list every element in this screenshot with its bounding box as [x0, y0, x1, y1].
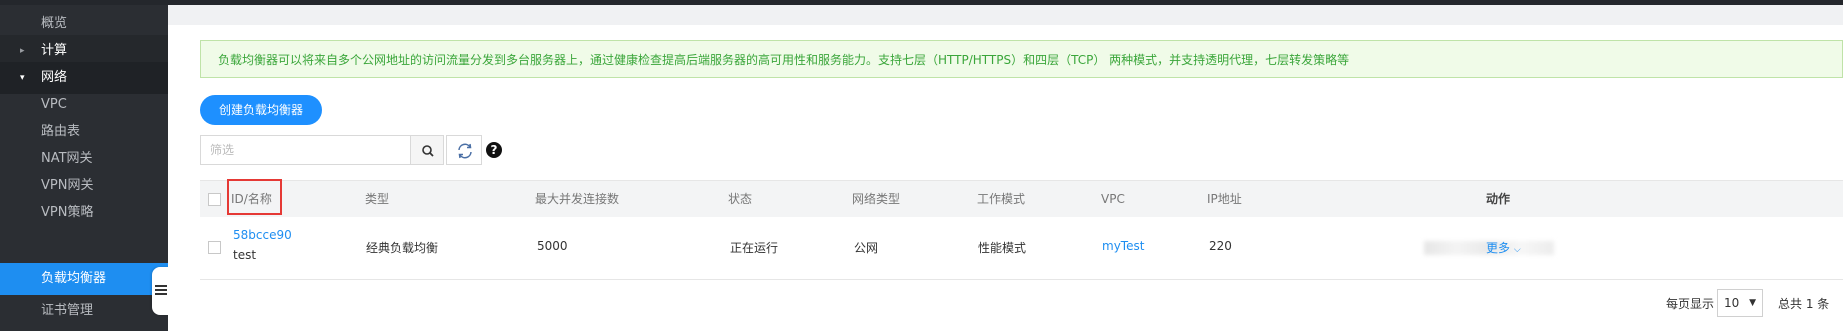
info-notice: 负载均衡器可以将来自多个公网地址的访问流量分发到多台服务器上，通过健康检查提高后… — [200, 40, 1843, 78]
sidebar-item-label: 负载均衡器 — [41, 271, 107, 286]
row-vpc-link[interactable]: myTest — [1102, 239, 1144, 253]
row-max-connections: 5000 — [537, 239, 568, 253]
row-ip-address: 220 — [1209, 239, 1232, 253]
sidebar-item-label: VPN策略 — [41, 205, 94, 220]
row-checkbox[interactable] — [208, 241, 221, 254]
filter-input[interactable]: 筛选 — [200, 135, 410, 165]
chevron-down-icon: ⌵ — [1513, 245, 1521, 255]
row-type: 经典负载均衡 — [366, 241, 439, 255]
per-page-select[interactable]: 10 ▼ — [1717, 289, 1763, 317]
column-header-network-type: 网络类型 — [852, 192, 901, 206]
search-icon — [422, 145, 434, 157]
refresh-button[interactable] — [446, 135, 482, 165]
row-work-mode: 性能模式 — [978, 241, 1027, 255]
column-header-work-mode: 工作模式 — [977, 192, 1026, 206]
row-status: 正在运行 — [730, 241, 779, 255]
main-content: 负载均衡器可以将来自多个公网地址的访问流量分发到多台服务器上，通过健康检查提高后… — [168, 5, 1843, 331]
dropdown-caret-icon: ▼ — [1749, 298, 1756, 308]
column-header-type: 类型 — [365, 192, 390, 206]
sidebar-item-vpn-policy[interactable]: VPN策略 — [0, 197, 168, 229]
refresh-icon — [458, 143, 472, 159]
row-name: test — [233, 248, 257, 262]
column-header-max-connections: 最大并发连接数 — [535, 192, 620, 206]
help-icon[interactable]: ? — [486, 142, 502, 158]
per-page-value: 10 — [1724, 296, 1740, 310]
table-header: ID/名称 类型 最大并发连接数 状态 网络类型 工作模式 VPC IP地址 动… — [200, 179, 1843, 218]
sidebar-item-certificates[interactable]: 证书管理 — [0, 295, 168, 327]
search-button[interactable] — [410, 135, 444, 165]
column-header-ip: IP地址 — [1207, 192, 1242, 206]
total-count: 总共 1 条 — [1778, 297, 1830, 311]
create-load-balancer-button[interactable]: 创建负载均衡器 — [200, 95, 322, 125]
per-page-label: 每页显示 — [1666, 297, 1715, 311]
sidebar-item-label: 证书管理 — [41, 303, 94, 318]
row-id-link[interactable]: 58bcce90 — [233, 228, 292, 242]
column-header-status: 状态 — [728, 192, 753, 206]
highlight-box — [227, 179, 282, 215]
select-all-checkbox[interactable] — [208, 193, 221, 206]
column-header-action: 动作 — [1486, 192, 1511, 206]
menu-collapse-icon — [155, 285, 167, 297]
sidebar-item-load-balancer[interactable]: 负载均衡器 — [0, 263, 168, 295]
more-label: 更多 — [1486, 241, 1511, 255]
column-header-vpc: VPC — [1101, 192, 1125, 206]
row-more-actions-button[interactable]: 更多 ⌵ — [1486, 239, 1521, 256]
table-row: 58bcce90 test 经典负载均衡 5000 正在运行 公网 性能模式 m… — [200, 217, 1843, 280]
sidebar: 概览 ▸ 计算 ▾ 网络 VPC 路由表 NAT网关 VPN网关 VPN策略 负… — [0, 5, 168, 331]
row-network-type: 公网 — [854, 241, 879, 255]
